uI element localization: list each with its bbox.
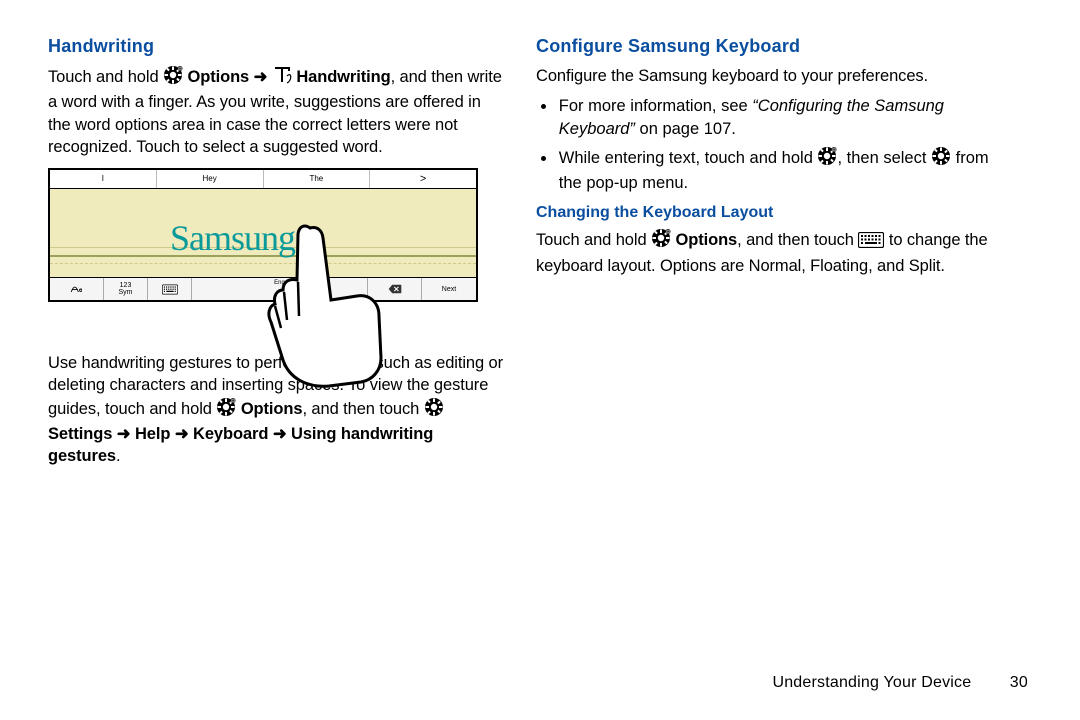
suggestion-item: I	[50, 170, 157, 188]
handwriting-paragraph-1: Touch and hold Options ➜ Handwriting, an…	[48, 65, 504, 158]
txt: on page 107.	[635, 120, 736, 138]
pointing-hand-illustration	[265, 220, 385, 380]
txt-path: Settings ➜ Help ➜ Keyboard ➜ Using handw…	[48, 425, 433, 465]
page-footer: Understanding Your Device 30	[772, 674, 1028, 692]
gear-options-icon	[163, 65, 183, 91]
gear-options-icon	[216, 397, 236, 423]
handwriting-canvas: Samsung	[50, 189, 476, 278]
txt-handwriting: Handwriting	[296, 68, 390, 86]
gear-settings-icon	[931, 146, 951, 172]
keyboard-bottom-row: 123Sym Eng ⎵ Next	[50, 278, 476, 300]
txt-options: Options	[676, 231, 738, 249]
txt-arrow: ➜	[254, 68, 272, 86]
left-column: Handwriting Touch and hold Options ➜ Han…	[48, 36, 528, 700]
bullet-list: For more information, see “Configuring t…	[536, 95, 1008, 194]
suggestion-item: The	[264, 170, 371, 188]
key-mode	[50, 278, 104, 300]
manual-page: Handwriting Touch and hold Options ➜ Han…	[0, 0, 1080, 720]
section-title: Understanding Your Device	[772, 674, 971, 691]
page-number: 30	[996, 674, 1028, 692]
list-item: For more information, see “Configuring t…	[557, 95, 1008, 140]
txt: For more information, see	[559, 97, 753, 115]
txt: , and then touch	[302, 400, 423, 418]
txt: Touch and hold	[48, 68, 163, 86]
txt: .	[116, 447, 120, 465]
key-keyboard-switch	[148, 278, 192, 300]
gear-settings-icon	[424, 397, 444, 423]
keyboard-icon	[858, 232, 884, 254]
handwriting-t-icon	[272, 65, 292, 91]
layout-paragraph: Touch and hold Options, and then touch t…	[536, 228, 1008, 277]
txt: , then select	[837, 149, 931, 167]
txt: While entering text, touch and hold	[559, 149, 818, 167]
suggestion-more: >	[370, 170, 476, 188]
configure-paragraph: Configure the Samsung keyboard to your p…	[536, 65, 1008, 87]
txt-options: Options	[188, 68, 250, 86]
right-column: Configure Samsung Keyboard Configure the…	[528, 36, 1008, 700]
txt: Touch and hold	[536, 231, 651, 249]
txt: , and then touch	[737, 231, 858, 249]
heading-configure-keyboard: Configure Samsung Keyboard	[536, 36, 1008, 57]
gear-options-icon	[817, 146, 837, 172]
handwriting-figure: I Hey The > Samsung 123Sym	[48, 168, 478, 302]
suggestions-row: I Hey The >	[50, 170, 476, 189]
suggestion-item: Hey	[157, 170, 264, 188]
list-item: While entering text, touch and hold , th…	[557, 146, 1008, 195]
heading-change-layout: Changing the Keyboard Layout	[536, 204, 1008, 222]
key-next: Next	[422, 278, 476, 300]
gear-options-icon	[651, 228, 671, 254]
heading-handwriting: Handwriting	[48, 36, 504, 57]
txt-options: Options	[241, 400, 303, 418]
key-sym: 123Sym	[104, 278, 148, 300]
